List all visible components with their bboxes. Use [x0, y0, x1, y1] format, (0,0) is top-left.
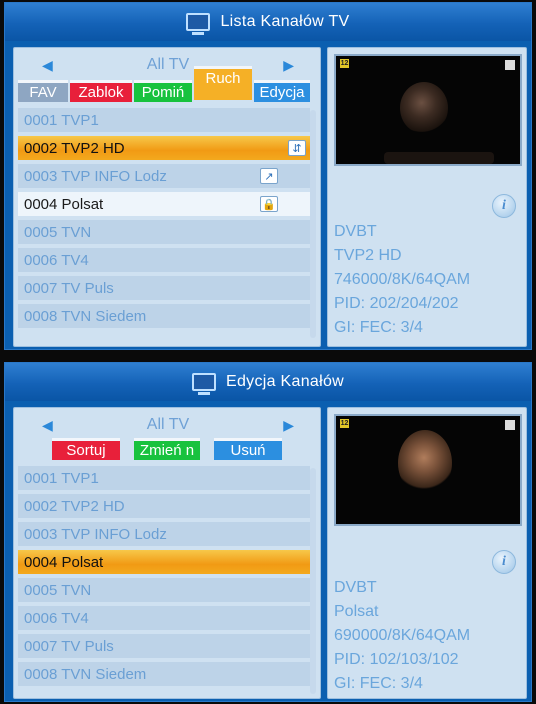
pid-info: PID: 102/103/102 [334, 651, 459, 668]
list-scrollbar[interactable] [310, 468, 316, 694]
channel-label: 0004 Polsat [24, 195, 104, 213]
channel-row-0002[interactable]: 0002 TVP2 HD ⇵ [18, 136, 310, 160]
channel-name: Polsat [334, 603, 379, 620]
edit-icon: ↗ [260, 168, 278, 184]
channel-details: DVBT TVP2 HD 746000/8K/64QAM PID: 202/20… [334, 220, 524, 340]
channel-list-panel: ◀ All TV ▶ FAV Zablok Pomiń Ruch Edycja … [13, 47, 321, 347]
title-bar: Edycja Kanałów [5, 363, 531, 401]
channel-row-0003[interactable]: 0003 TVP INFO Lodz [18, 522, 310, 546]
channel-row-0003[interactable]: 0003 TVP INFO Lodz ↗ [18, 164, 310, 188]
function-buttons: FAV Zablok Pomiń Ruch Edycja [18, 66, 310, 104]
channel-label: 0003 TVP INFO Lodz [24, 525, 167, 543]
video-preview: 12 [334, 414, 522, 526]
channel-label: 0007 TV Puls [24, 637, 114, 655]
channel-label: 0006 TV4 [24, 251, 89, 269]
channel-row-0006[interactable]: 0006 TV4 [18, 248, 310, 272]
preview-figure [400, 82, 448, 134]
rename-button[interactable]: Zmień n [134, 438, 200, 460]
tv-icon [191, 373, 216, 395]
right-arrow-icon[interactable]: ▶ [283, 57, 294, 74]
channel-label: 0007 TV Puls [24, 279, 114, 297]
channel-row-0002[interactable]: 0002 TVP2 HD [18, 494, 310, 518]
channel-label: 0006 TV4 [24, 609, 89, 627]
lock-icon: 🔒 [260, 196, 278, 212]
tv-icon [186, 13, 211, 35]
channel-row-0007[interactable]: 0007 TV Puls [18, 276, 310, 300]
channel-label: 0001 TVP1 [24, 111, 99, 129]
sort-button[interactable]: Sortuj [52, 438, 120, 460]
left-arrow-icon[interactable]: ◀ [42, 417, 53, 434]
preview-desk [384, 152, 494, 164]
fav-button[interactable]: FAV [18, 80, 68, 102]
channel-row-0004[interactable]: 0004 Polsat 🔒 [18, 192, 310, 216]
delete-button[interactable]: Usuń [214, 438, 282, 460]
channel-list-screen: Lista Kanałów TV ◀ All TV ▶ FAV Zablok P… [4, 2, 532, 350]
move-icon: ⇵ [288, 140, 306, 156]
channel-list-panel: ◀ All TV ▶ Sortuj Zmień n Usuń 0001 TVP1… [13, 407, 321, 699]
frequency-info: 746000/8K/64QAM [334, 271, 471, 288]
channel-label: 0003 TVP INFO Lodz [24, 167, 167, 185]
screen-title: Lista Kanałów TV [220, 13, 350, 30]
function-buttons: Sortuj Zmień n Usuń [52, 438, 282, 462]
edit-button[interactable]: Edycja [254, 80, 310, 102]
channel-list: 0001 TVP1 0002 TVP2 HD 0003 TVP INFO Lod… [18, 466, 310, 690]
channel-label: 0008 TVN Siedem [24, 665, 147, 683]
channel-row-0008[interactable]: 0008 TVN Siedem [18, 662, 310, 686]
title-bar: Lista Kanałów TV [5, 3, 531, 41]
channel-info-panel: 12 i DVBT TVP2 HD 746000/8K/64QAM PID: 2… [327, 47, 527, 347]
fec-info: GI: FEC: 3/4 [334, 319, 423, 336]
left-arrow-icon[interactable]: ◀ [42, 57, 53, 74]
channel-row-0008[interactable]: 0008 TVN Siedem [18, 304, 310, 328]
channel-logo [505, 420, 515, 430]
group-selector[interactable]: ◀ All TV ▶ [22, 54, 314, 76]
channel-row-0006[interactable]: 0006 TV4 [18, 606, 310, 630]
channel-row-0001[interactable]: 0001 TVP1 [18, 466, 310, 490]
channel-logo [505, 60, 515, 70]
channel-edit-screen: Edycja Kanałów ◀ All TV ▶ Sortuj Zmień n… [4, 362, 532, 702]
fec-info: GI: FEC: 3/4 [334, 675, 423, 692]
channel-row-0004[interactable]: 0004 Polsat [18, 550, 310, 574]
channel-row-0001[interactable]: 0001 TVP1 [18, 108, 310, 132]
channel-name: TVP2 HD [334, 247, 402, 264]
frequency-info: 690000/8K/64QAM [334, 627, 471, 644]
lock-button[interactable]: Zablok [70, 80, 132, 102]
signal-type: DVBT [334, 579, 377, 596]
channel-label: 0002 TVP2 HD [24, 497, 125, 515]
channel-info-panel: 12 i DVBT Polsat 690000/8K/64QAM PID: 10… [327, 407, 527, 699]
signal-type: DVBT [334, 223, 377, 240]
group-selector[interactable]: ◀ All TV ▶ [22, 414, 314, 436]
screen-title: Edycja Kanałów [225, 373, 345, 390]
channel-row-0005[interactable]: 0005 TVN [18, 578, 310, 602]
channel-label: 0004 Polsat [24, 553, 104, 571]
info-icon[interactable]: i [492, 550, 516, 574]
channel-label: 0002 TVP2 HD [24, 139, 125, 157]
info-icon[interactable]: i [492, 194, 516, 218]
preview-figure [398, 430, 452, 496]
group-label: All TV [146, 56, 190, 73]
pid-info: PID: 202/204/202 [334, 295, 459, 312]
channel-row-0007[interactable]: 0007 TV Puls [18, 634, 310, 658]
group-label: All TV [146, 416, 190, 433]
list-scrollbar[interactable] [310, 110, 316, 338]
video-preview: 12 [334, 54, 522, 166]
channel-row-0005[interactable]: 0005 TVN [18, 220, 310, 244]
move-button[interactable]: Ruch [194, 66, 252, 100]
skip-button[interactable]: Pomiń [134, 80, 192, 102]
channel-label: 0005 TVN [24, 581, 92, 599]
age-rating-badge: 12 [340, 419, 349, 428]
channel-label: 0008 TVN Siedem [24, 307, 147, 325]
channel-details: DVBT Polsat 690000/8K/64QAM PID: 102/103… [334, 576, 524, 696]
channel-label: 0001 TVP1 [24, 469, 99, 487]
right-arrow-icon[interactable]: ▶ [283, 417, 294, 434]
channel-label: 0005 TVN [24, 223, 92, 241]
channel-list: 0001 TVP1 0002 TVP2 HD ⇵ 0003 TVP INFO L… [18, 108, 310, 332]
age-rating-badge: 12 [340, 59, 349, 68]
